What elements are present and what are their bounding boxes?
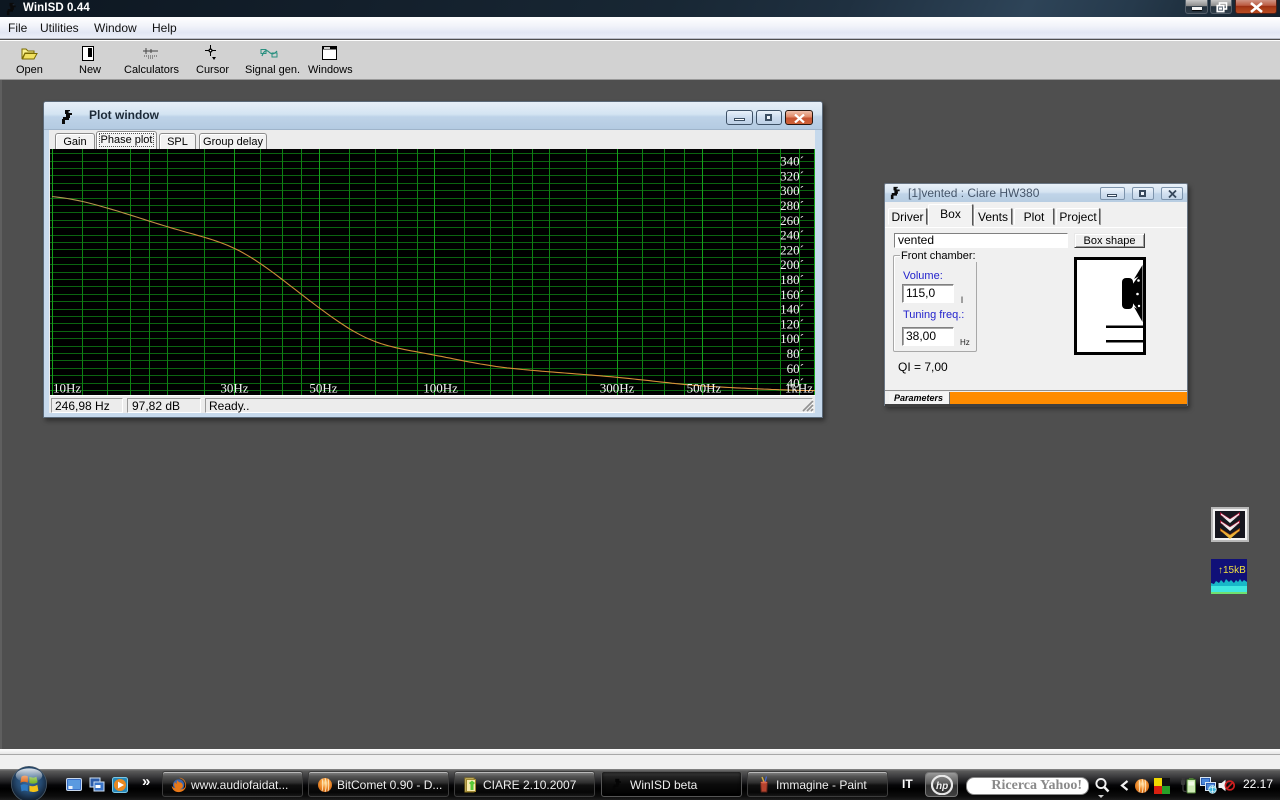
svg-text:50Hz: 50Hz [309, 381, 337, 396]
svg-text:140´: 140´ [780, 302, 804, 317]
svg-text:↑15kB: ↑15kB [1218, 565, 1246, 576]
svg-text:260´: 260´ [780, 213, 804, 228]
svg-text:30Hz: 30Hz [220, 381, 248, 396]
svg-text:80´: 80´ [787, 346, 804, 361]
svg-text:60´: 60´ [787, 361, 804, 376]
svg-text:340´: 340´ [780, 154, 804, 169]
svg-text:100Hz: 100Hz [423, 381, 458, 396]
svg-text:320´: 320´ [780, 168, 804, 183]
svg-text:1kHz: 1kHz [785, 381, 813, 396]
svg-text:300Hz: 300Hz [600, 381, 635, 396]
svg-text:220´: 220´ [780, 242, 804, 257]
svg-text:hp: hp [936, 781, 948, 792]
svg-text:160´: 160´ [780, 287, 804, 302]
svg-text:10Hz: 10Hz [53, 381, 81, 396]
svg-text:100´: 100´ [780, 331, 804, 346]
svg-text:180´: 180´ [780, 272, 804, 287]
svg-text:300´: 300´ [780, 183, 804, 198]
svg-text:120´: 120´ [780, 316, 804, 331]
svg-text:240´: 240´ [780, 228, 804, 243]
svg-text:280´: 280´ [780, 198, 804, 213]
svg-text:200´: 200´ [780, 257, 804, 272]
svg-text:500Hz: 500Hz [687, 381, 722, 396]
